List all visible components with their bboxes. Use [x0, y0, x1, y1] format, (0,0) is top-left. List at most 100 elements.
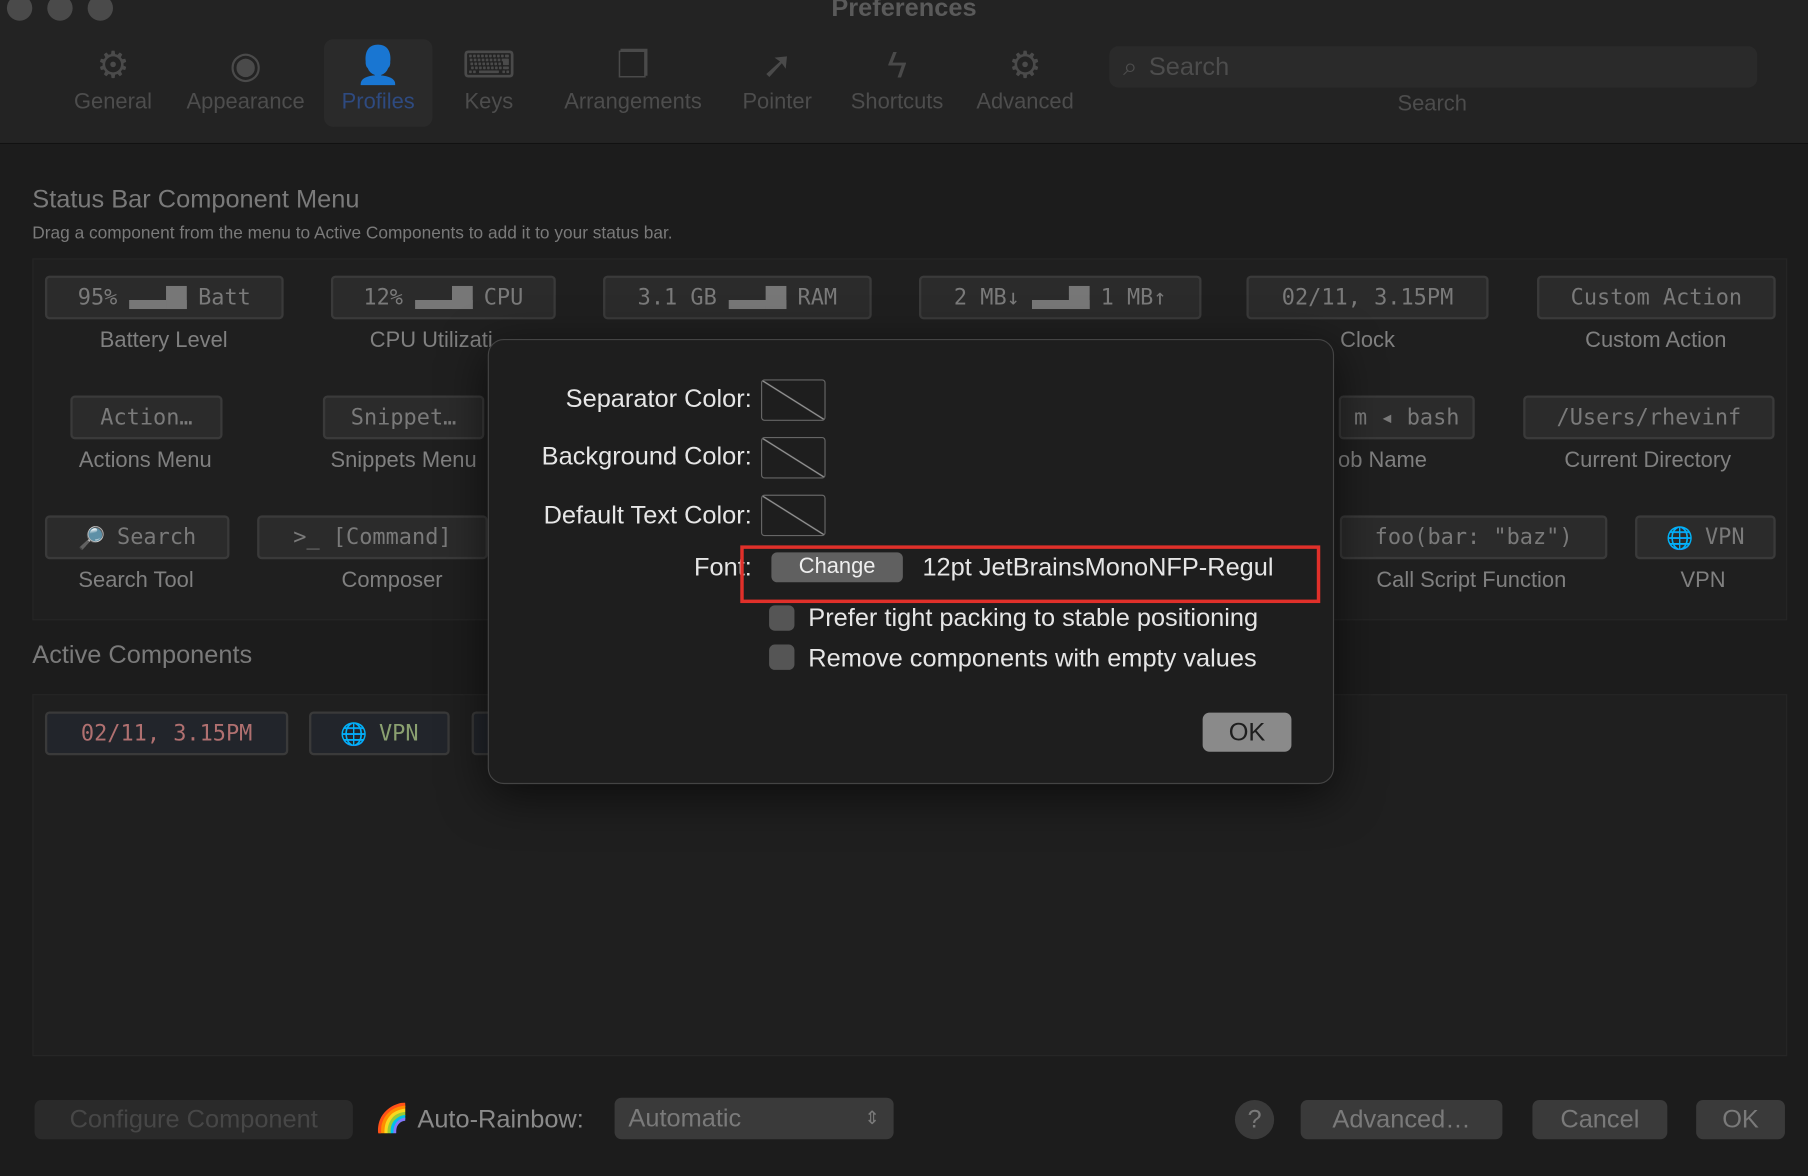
chevron-updown-icon: ⇕	[864, 1109, 880, 1129]
sparkline-icon	[728, 285, 786, 310]
chip-value: 12%	[363, 284, 403, 311]
tab-label: Arrangements	[564, 89, 702, 115]
gears-icon: ⚙	[1008, 43, 1042, 86]
separator-color-well[interactable]	[761, 379, 826, 421]
search-placeholder: Search	[1148, 51, 1230, 81]
text-color-well[interactable]	[761, 494, 826, 537]
chip-unit: 1 MB↑	[1100, 284, 1167, 311]
chip-value: Custom Action	[1570, 284, 1743, 311]
font-value: 12pt JetBrainsMonoNFP-Regul	[922, 552, 1274, 582]
globe-icon: 🌐	[340, 721, 368, 747]
font-label: Font:	[693, 552, 752, 582]
component-chip[interactable]: 3.1 GB RAM	[603, 275, 872, 320]
search-input[interactable]: ⌕ Search	[1109, 46, 1758, 88]
chip-value: m ◂ bash	[1353, 404, 1460, 431]
chip-unit: RAM	[797, 284, 838, 311]
remove-empty-label: Remove components with empty values	[808, 643, 1257, 673]
chip-value: >_ [Command]	[293, 524, 452, 551]
sparkline-icon	[414, 285, 473, 310]
chip-value: Snippet…	[350, 404, 457, 431]
gear-icon: ⚙	[96, 43, 130, 86]
bolt-icon: ϟ	[887, 43, 907, 85]
chip-value: Action…	[100, 404, 193, 431]
component-chip[interactable]: foo(bar: "baz")	[1339, 515, 1608, 560]
component-chip[interactable]: 🌐 VPN	[1635, 515, 1776, 560]
component-label: VPN	[1680, 568, 1726, 593]
component-chip[interactable]: Action…	[70, 395, 223, 440]
component-chip[interactable]: 12% CPU	[330, 275, 556, 320]
component-chip[interactable]: Snippet…	[322, 395, 485, 440]
menu-subtitle: Drag a component from the menu to Active…	[32, 223, 673, 244]
component-chip[interactable]: 02/11, 3.15PM	[1246, 275, 1489, 320]
component-chip[interactable]: >_ [Command]	[257, 515, 488, 560]
component-label: Current Directory	[1564, 448, 1732, 473]
chip-value: 02/11, 3.15PM	[1281, 284, 1454, 311]
tab-general[interactable]: ⚙ General	[67, 39, 159, 127]
chip-value: VPN	[1704, 524, 1745, 551]
component-chip[interactable]: 🔎 Search	[44, 515, 230, 560]
tab-pointer[interactable]: ➚ Pointer	[738, 39, 816, 127]
tab-label: Shortcuts	[850, 89, 944, 115]
text-color-label: Default Text Color:	[543, 500, 752, 530]
chip-text: VPN	[378, 720, 419, 747]
preferences-window: Preferences ⚙ General ◉ Appearance 👤 Profiles…	[0, 0, 1808, 1176]
tab-advanced[interactable]: ⚙ Advanced	[971, 39, 1079, 127]
remove-empty-checkbox[interactable]	[769, 644, 795, 670]
menu-title: Status Bar Component Menu	[32, 184, 360, 214]
sparkline-icon	[128, 285, 187, 310]
window-title: Preferences	[831, 0, 977, 22]
chip-value: /Users/rhevinf	[1556, 404, 1742, 431]
background-color-well[interactable]	[761, 437, 826, 479]
person-icon: 👤	[355, 43, 402, 86]
chip-unit: Batt	[198, 284, 251, 311]
select-value: Automatic	[628, 1103, 742, 1133]
windows-icon: ❐	[616, 43, 650, 86]
status-bar-settings-dialog: Separator Color: Background Color: Defau…	[487, 338, 1335, 785]
tab-appearance[interactable]: ◉ Appearance	[182, 39, 309, 127]
tab-label: Appearance	[186, 89, 305, 115]
component-chip[interactable]: 2 MB↓ 1 MB↑	[918, 275, 1202, 320]
chip-value: 2 MB↓	[953, 284, 1020, 311]
active-title: Active Components	[32, 639, 253, 669]
chip-value: Search	[117, 524, 197, 551]
component-chip[interactable]: Custom Action	[1537, 275, 1776, 320]
chip-value: 95%	[77, 284, 118, 311]
tab-label: Advanced	[976, 89, 1074, 115]
chip-text: 02/11, 3.15PM	[80, 720, 253, 747]
component-chip[interactable]: m ◂ bash	[1338, 395, 1475, 440]
tab-label: General	[74, 89, 152, 115]
change-font-button[interactable]: Change	[771, 552, 903, 583]
component-chip[interactable]: /Users/rhevinf	[1523, 395, 1775, 440]
active-component-clock[interactable]: 02/11, 3.15PM	[44, 711, 289, 756]
tab-shortcuts[interactable]: ϟ Shortcuts	[844, 39, 950, 127]
advanced-button[interactable]: Advanced…	[1300, 1100, 1503, 1140]
component-chip[interactable]: 95% Batt	[44, 275, 284, 320]
title-bar: Preferences ⚙ General ◉ Appearance 👤 Profiles…	[0, 0, 1808, 145]
search-icon: ⌕	[1123, 51, 1138, 81]
globe-icon: 🌐	[1666, 525, 1694, 551]
component-label: Custom Action	[1585, 328, 1727, 353]
tab-keys[interactable]: ⌨ Keys	[459, 39, 519, 127]
tight-packing-label: Prefer tight packing to stable positioni…	[808, 603, 1259, 632]
ok-button[interactable]: OK	[1696, 1100, 1785, 1140]
active-component-vpn[interactable]: 🌐 VPN	[309, 711, 450, 756]
chip-value: 3.1 GB	[637, 284, 717, 311]
background-color-label: Background Color:	[541, 441, 752, 471]
chip-unit: CPU	[483, 284, 524, 311]
dialog-ok-button[interactable]: OK	[1202, 712, 1292, 752]
tab-profiles[interactable]: 👤 Profiles	[324, 39, 433, 127]
tight-packing-checkbox[interactable]	[769, 605, 795, 631]
tab-arrangements[interactable]: ❐ Arrangements	[558, 39, 708, 127]
configure-component-button[interactable]: Configure Component	[34, 1100, 353, 1140]
eye-icon: ◉	[229, 43, 262, 86]
chip-value: foo(bar: "baz")	[1374, 524, 1573, 551]
keyboard-icon: ⌨	[462, 43, 516, 86]
magnifier-icon: 🔎	[78, 525, 106, 551]
help-button[interactable]: ?	[1234, 1100, 1275, 1140]
rainbow-icon: 🌈	[374, 1103, 410, 1135]
tab-label: Profiles	[341, 89, 415, 115]
search-label: Search	[1397, 92, 1467, 117]
cancel-button[interactable]: Cancel	[1532, 1100, 1668, 1140]
auto-rainbow-select[interactable]: Automatic ⇕	[614, 1097, 894, 1140]
tab-label: Pointer	[742, 89, 812, 115]
